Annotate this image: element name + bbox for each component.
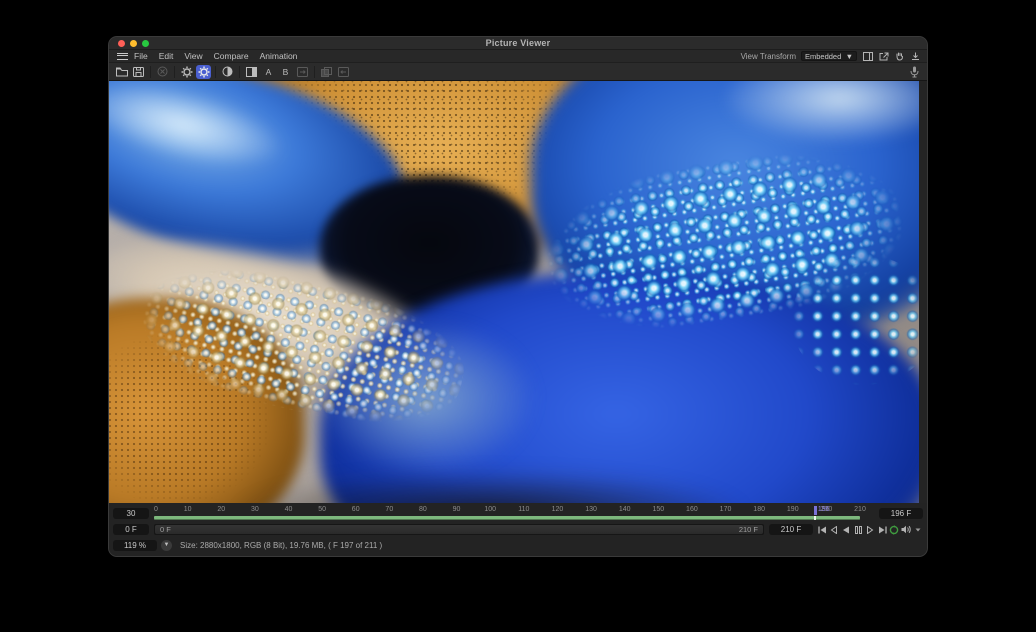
toolbar: A B xyxy=(109,63,927,81)
panel-icon[interactable] xyxy=(862,51,873,62)
playhead-cache-marker xyxy=(814,516,816,520)
zoom-dropdown-button[interactable]: ▼ xyxy=(161,540,172,551)
ruler-tick-210: 210 xyxy=(854,506,866,513)
paste-disabled-icon[interactable] xyxy=(336,65,351,79)
menu-item-compare[interactable]: Compare xyxy=(214,51,249,61)
transport-controls xyxy=(817,524,923,535)
ruler-tick-90: 90 xyxy=(453,506,461,513)
ruler-tick-100: 100 xyxy=(484,506,496,513)
gear-selected-icon[interactable] xyxy=(196,65,211,79)
fps-box[interactable]: 30 xyxy=(113,508,149,519)
download-icon[interactable] xyxy=(910,51,921,62)
range-min-box[interactable]: 0 F xyxy=(113,524,149,535)
timeline-ruler[interactable]: 0 10 20 30 40 50 60 70 80 90 100 110 120 130 140 150 160… xyxy=(154,506,874,522)
toolbar-separator xyxy=(239,66,240,78)
viewport-area xyxy=(109,81,927,515)
play-reverse-icon[interactable] xyxy=(841,524,851,535)
menu-bar: File Edit View Compare Animation View Transf… xyxy=(109,50,927,63)
toolbar-separator xyxy=(215,66,216,78)
menubar-items: File Edit View Compare Animation xyxy=(134,51,308,61)
picture-viewer-window: Picture Viewer File Edit View Compare Animat… xyxy=(108,36,928,557)
close-button[interactable] xyxy=(118,40,125,47)
zoom-level-box[interactable]: 119 % xyxy=(113,540,157,551)
step-forward-icon[interactable] xyxy=(865,524,875,535)
range-max-box[interactable]: 210 F xyxy=(769,524,813,535)
ruler-tick-10: 10 xyxy=(184,506,192,513)
ruler-tick-60: 60 xyxy=(352,506,360,513)
minimize-button[interactable] xyxy=(130,40,137,47)
frame-range-fill[interactable]: 0 F 210 F xyxy=(155,525,763,534)
toolbar-separator xyxy=(150,66,151,78)
timeline-panel: 30 0 10 20 30 40 50 60 70 80 90 100 110 120 130 140 150… xyxy=(109,503,927,556)
microphone-icon[interactable] xyxy=(907,65,922,79)
export-icon[interactable] xyxy=(878,51,889,62)
save-icon[interactable] xyxy=(131,65,146,79)
viewport-right-gutter xyxy=(919,81,927,515)
ruler-tick-50: 50 xyxy=(318,506,326,513)
traffic-lights xyxy=(118,40,149,47)
menu-item-view[interactable]: View xyxy=(184,51,202,61)
image-viewport[interactable] xyxy=(109,81,921,515)
window-title: Picture Viewer xyxy=(486,38,551,48)
ruler-tick-120: 120 xyxy=(552,506,564,513)
ruler-tick-150: 150 xyxy=(652,506,664,513)
cache-bar xyxy=(154,516,860,520)
cancel-circle-icon[interactable] xyxy=(155,65,170,79)
ruler-tick-190: 190 xyxy=(787,506,799,513)
ruler-tick-130: 130 xyxy=(585,506,597,513)
pause-icon[interactable] xyxy=(853,524,863,535)
hamburger-icon[interactable] xyxy=(117,53,128,60)
view-transform-value: Embedded xyxy=(805,52,841,61)
ruler-tick-170: 170 xyxy=(720,506,732,513)
open-folder-icon[interactable] xyxy=(114,65,129,79)
ab-split-icon[interactable] xyxy=(244,65,259,79)
ruler-tick-180: 180 xyxy=(753,506,765,513)
ruler-tick-110: 110 xyxy=(518,506,529,513)
ruler-tick-140: 140 xyxy=(619,506,631,513)
step-backward-icon[interactable] xyxy=(829,524,839,535)
range-start-label: 0 F xyxy=(160,525,171,534)
view-transform-select[interactable]: Embedded ▼ xyxy=(801,51,857,61)
toolbar-separator xyxy=(174,66,175,78)
gear-icon[interactable] xyxy=(179,65,194,79)
frame-range-slider[interactable]: 0 F 210 F xyxy=(154,524,764,535)
b-button[interactable]: B xyxy=(278,65,293,79)
menu-item-edit[interactable]: Edit xyxy=(159,51,174,61)
toolbar-separator xyxy=(314,66,315,78)
playhead-frame-label: 196 xyxy=(818,506,830,513)
a-button[interactable]: A xyxy=(261,65,276,79)
contrast-icon[interactable] xyxy=(220,65,235,79)
ruler-tick-160: 160 xyxy=(686,506,698,513)
ruler-tick-70: 70 xyxy=(385,506,393,513)
sound-icon[interactable] xyxy=(901,524,911,535)
current-frame-box[interactable]: 196 F xyxy=(879,508,923,519)
chevron-down-icon: ▼ xyxy=(846,52,853,61)
range-end-label: 210 F xyxy=(739,525,758,534)
view-transform-label: View Transform xyxy=(741,52,796,61)
playhead[interactable]: 196 xyxy=(814,506,817,515)
ruler-tick-20: 20 xyxy=(217,506,225,513)
ruler-tick-30: 30 xyxy=(251,506,259,513)
hand-icon[interactable] xyxy=(894,51,905,62)
menu-item-animation[interactable]: Animation xyxy=(260,51,298,61)
status-info-text: Size: 2880x1800, RGB (8 Bit), 19.76 MB, … xyxy=(180,541,382,550)
swap-disabled-icon[interactable] xyxy=(295,65,310,79)
title-bar[interactable]: Picture Viewer xyxy=(109,37,927,50)
ruler-tick-80: 80 xyxy=(419,506,427,513)
menu-item-file[interactable]: File xyxy=(134,51,148,61)
zoom-button[interactable] xyxy=(142,40,149,47)
goto-end-icon[interactable] xyxy=(877,524,887,535)
goto-start-icon[interactable] xyxy=(817,524,827,535)
timeline-ruler-labels: 0 10 20 30 40 50 60 70 80 90 100 110 120 130 140 150 160… xyxy=(154,506,860,515)
copy-disabled-icon[interactable] xyxy=(319,65,334,79)
loop-icon[interactable] xyxy=(889,524,899,535)
ruler-tick-0: 0 xyxy=(154,506,158,513)
transport-options-icon[interactable] xyxy=(913,524,923,535)
ruler-tick-40: 40 xyxy=(285,506,293,513)
